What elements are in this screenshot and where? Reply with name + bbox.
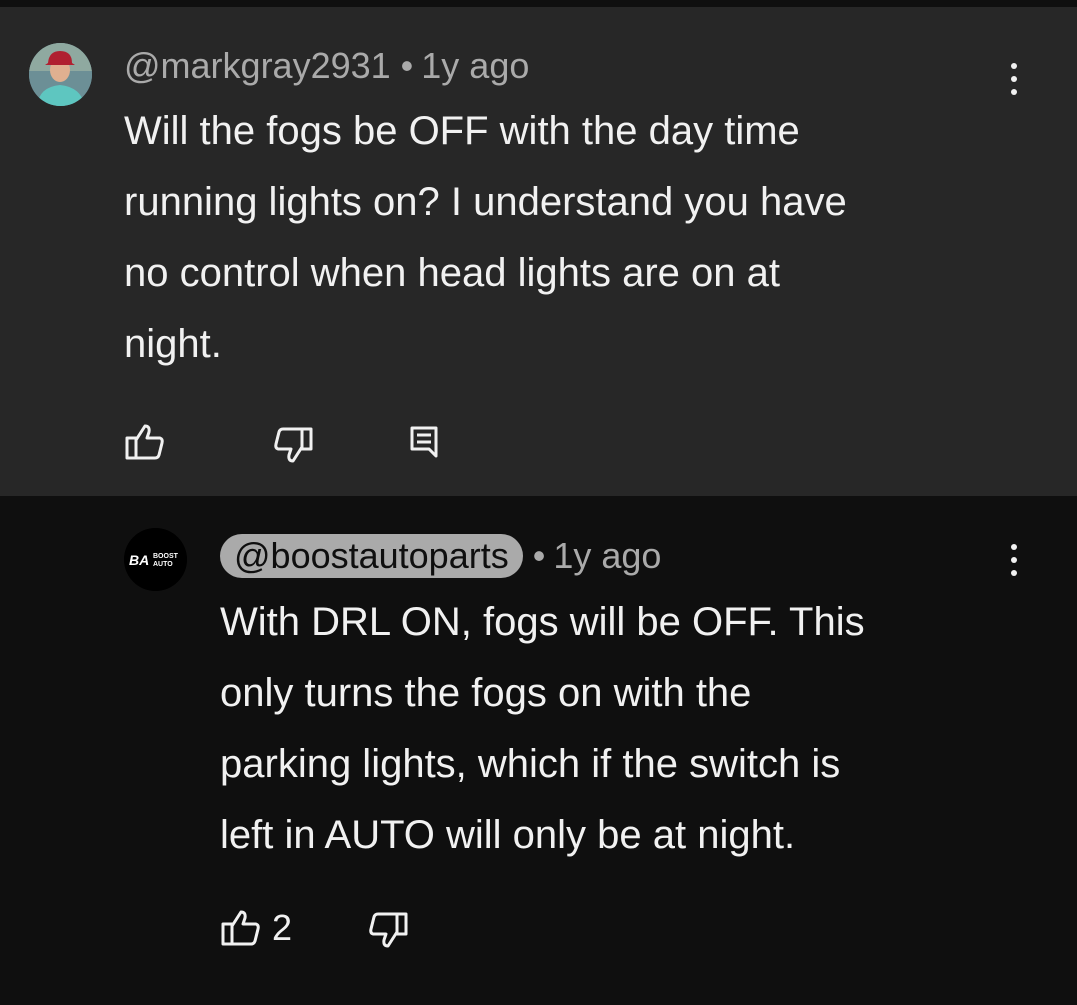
reply-author-pill[interactable]: @boostautoparts	[220, 534, 523, 578]
comment-author[interactable]: @markgray2931	[124, 45, 391, 86]
meta-separator: •	[532, 535, 546, 576]
meta-separator: •	[400, 45, 414, 86]
thumbs-down-icon	[369, 912, 408, 948]
dislike-button[interactable]	[367, 910, 409, 950]
thumbs-up-icon	[125, 424, 164, 460]
comment-time: 1y ago	[421, 45, 530, 86]
thumbs-down-icon	[274, 427, 313, 463]
like-count: 2	[272, 907, 293, 948]
reply-meta: @boostautoparts • 1y ago	[220, 534, 661, 578]
user-photo-avatar[interactable]	[29, 43, 92, 106]
reply-text: With DRL ON, fogs will be OFF. This only…	[220, 600, 865, 857]
dislike-button[interactable]	[272, 425, 314, 465]
thumbs-up-icon	[221, 910, 260, 946]
top-divider	[0, 0, 1077, 7]
more-vertical-icon[interactable]	[1004, 57, 1024, 101]
more-vertical-icon[interactable]	[1004, 538, 1024, 582]
comment-thread-item: @markgray2931 • 1y ago Will the fogs be OF…	[0, 7, 1077, 496]
like-button[interactable]: 2	[220, 908, 292, 948]
boost-auto-logo-avatar[interactable]: BA BOOST AUTO	[124, 528, 187, 591]
like-button[interactable]	[124, 422, 166, 462]
svg-text:AUTO: AUTO	[153, 561, 173, 568]
svg-text:BA: BA	[129, 552, 149, 568]
reply-time: 1y ago	[553, 535, 662, 576]
comment-text: Will the fogs be OFF with the day time r…	[124, 109, 847, 366]
reply-button[interactable]	[409, 425, 439, 459]
comment-meta: @markgray2931 • 1y ago	[124, 44, 529, 88]
reply-comment-icon	[410, 426, 438, 458]
reply-thread-item: BA BOOST AUTO @boostautoparts • 1y ago Wit…	[0, 496, 1077, 1005]
svg-text:BOOST: BOOST	[153, 553, 179, 560]
